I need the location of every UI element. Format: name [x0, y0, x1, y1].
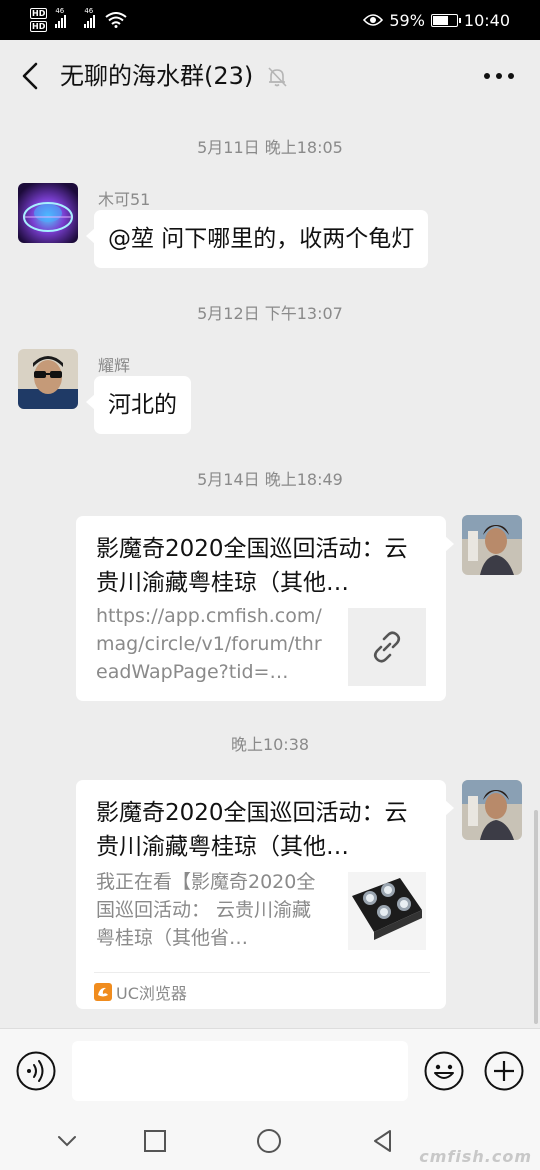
status-bar: HD HD 46 46 59% 10:40 — [0, 0, 540, 40]
scrollbar[interactable] — [534, 810, 538, 1024]
status-left: HD HD 46 46 — [30, 6, 127, 34]
uc-browser-icon — [94, 983, 112, 1001]
more-options-icon[interactable] — [482, 66, 516, 86]
muted-bell-icon — [268, 67, 287, 87]
card-thumbnail — [348, 872, 426, 950]
self-avatar[interactable] — [462, 780, 522, 840]
avatar[interactable] — [18, 349, 78, 409]
cell-signal-icon: 46 — [84, 7, 96, 28]
self-avatar[interactable] — [462, 515, 522, 575]
message-timestamp: 5月12日 下午13:07 — [197, 304, 343, 323]
voice-input-icon[interactable] — [16, 1051, 56, 1091]
plus-icon[interactable] — [484, 1051, 524, 1091]
wifi-icon — [105, 12, 127, 28]
eye-icon — [363, 14, 384, 26]
hide-keyboard-icon[interactable] — [54, 1128, 80, 1154]
back-icon[interactable] — [370, 1128, 396, 1154]
cell-signal-icon: 46 — [55, 7, 67, 28]
chat-header: 无聊的海水群(23) — [0, 40, 540, 112]
card-source-label: UC浏览器 — [116, 984, 187, 1003]
sender-name: 木可51 — [98, 190, 151, 209]
back-arrow-icon[interactable] — [16, 60, 46, 92]
network-type-label: 46 — [84, 7, 94, 15]
emoji-icon[interactable] — [424, 1051, 464, 1091]
link-icon — [373, 631, 401, 663]
chat-title: 无聊的海水群(23) — [60, 62, 254, 90]
message-bubble[interactable]: 河北的 — [86, 376, 191, 434]
link-card-message[interactable]: 影魔奇2020全国巡回活动：云贵川渝藏粤桂琼（其他… 我正在看【影魔奇2020全… — [76, 780, 454, 1009]
hd-indicators: HD HD — [30, 8, 48, 32]
battery-percent: 59% — [389, 10, 425, 30]
lamp-product-image — [352, 878, 422, 940]
card-title: 影魔奇2020全国巡回活动：云贵川渝藏粤桂琼（其他… — [96, 536, 408, 596]
network-type-label: 46 — [55, 7, 65, 15]
recents-icon[interactable] — [142, 1128, 168, 1154]
input-bar — [0, 1028, 540, 1112]
link-card-message[interactable]: 影魔奇2020全国巡回活动：云贵川渝藏粤桂琼（其他… https://app.c… — [76, 516, 454, 701]
card-source: UC浏览器 — [94, 980, 187, 1004]
message-timestamp: 5月11日 晚上18:05 — [197, 138, 343, 157]
card-description: https://app.cmfish.com/mag/circle/v1/for… — [96, 605, 322, 683]
card-divider — [94, 972, 430, 973]
sender-name: 耀辉 — [98, 356, 131, 375]
hd-badge: HD — [30, 8, 48, 19]
status-right: 59% 10:40 — [363, 0, 510, 40]
message-bubble[interactable]: @堃 问下哪里的，收两个龟灯 — [85, 210, 429, 268]
clock: 10:40 — [463, 10, 510, 30]
watermark: cmfish.com — [419, 1147, 532, 1166]
avatar[interactable] — [18, 183, 78, 243]
message-timestamp: 晚上10:38 — [230, 735, 310, 754]
message-input[interactable] — [72, 1041, 408, 1101]
battery-icon — [430, 13, 461, 27]
hd-badge: HD — [30, 21, 48, 32]
card-thumbnail — [348, 608, 426, 686]
home-icon[interactable] — [256, 1128, 282, 1154]
card-title: 影魔奇2020全国巡回活动：云贵川渝藏粤桂琼（其他… — [96, 800, 408, 860]
message-timestamp: 5月14日 晚上18:49 — [197, 470, 343, 489]
card-description: 我正在看【影魔奇2020全国巡回活动： 云贵川渝藏粤桂琼（其他省… — [96, 871, 316, 949]
system-nav-bar: cmfish.com — [0, 1112, 540, 1170]
